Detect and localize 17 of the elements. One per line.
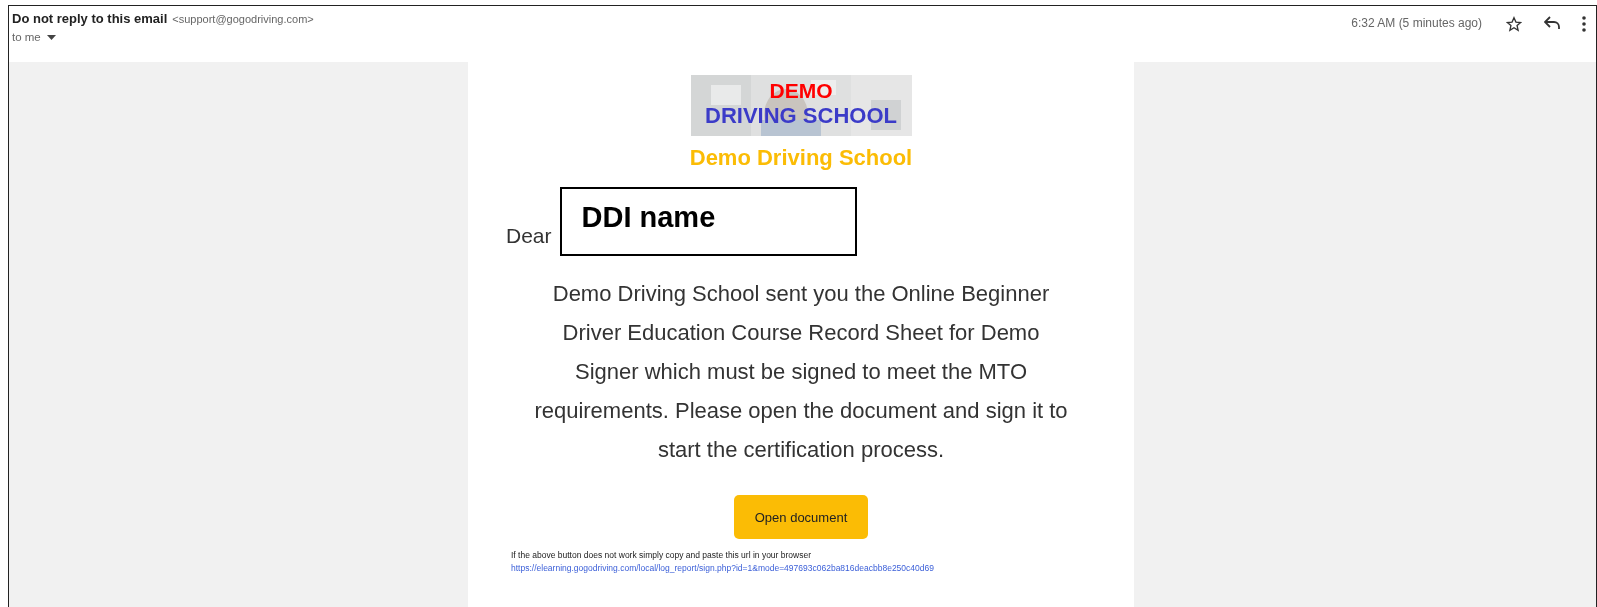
footer-text: If the above button does not work simply copy and paste this url in your browser https://elearning.gogodriving.com/local/log_report/sign.php?id=1&mode=497693c062ba816deacbb8e250c40d69 (511, 549, 935, 575)
open-document-button[interactable]: Open document (734, 495, 868, 539)
star-icon[interactable] (1506, 16, 1522, 32)
recipient-label: to me (12, 31, 41, 43)
url-link[interactable]: https://elearning.gogodriving.com/local/log_report/sign.php?id=1&mode=497693c062ba816deacbb8e250c40d69 (511, 562, 934, 575)
sender-name: Do not reply to this email (12, 11, 168, 26)
greeting: Dear (506, 224, 552, 248)
logo-title: DEMO (769, 79, 833, 103)
more-icon[interactable] (1582, 16, 1586, 32)
reply-icon[interactable] (1544, 16, 1560, 30)
timestamp: 6:32 AM (5 minutes ago) (1351, 16, 1482, 30)
sender-email: <support@gogodriving.com> (172, 13, 314, 25)
message-text: Demo Driving School sent you the Online Beginner Driver Education Course Record Sheet for Demo Signer which must be signed to meet the MTO requirements. Please open the document and sign it to start the certification process. (533, 280, 1069, 464)
caret-icon[interactable] (46, 34, 56, 40)
name-field: DDI name (559, 187, 857, 256)
logo-subtitle: DRIVING SCHOOL (705, 103, 897, 129)
school-name: Demo Driving School (689, 145, 913, 171)
